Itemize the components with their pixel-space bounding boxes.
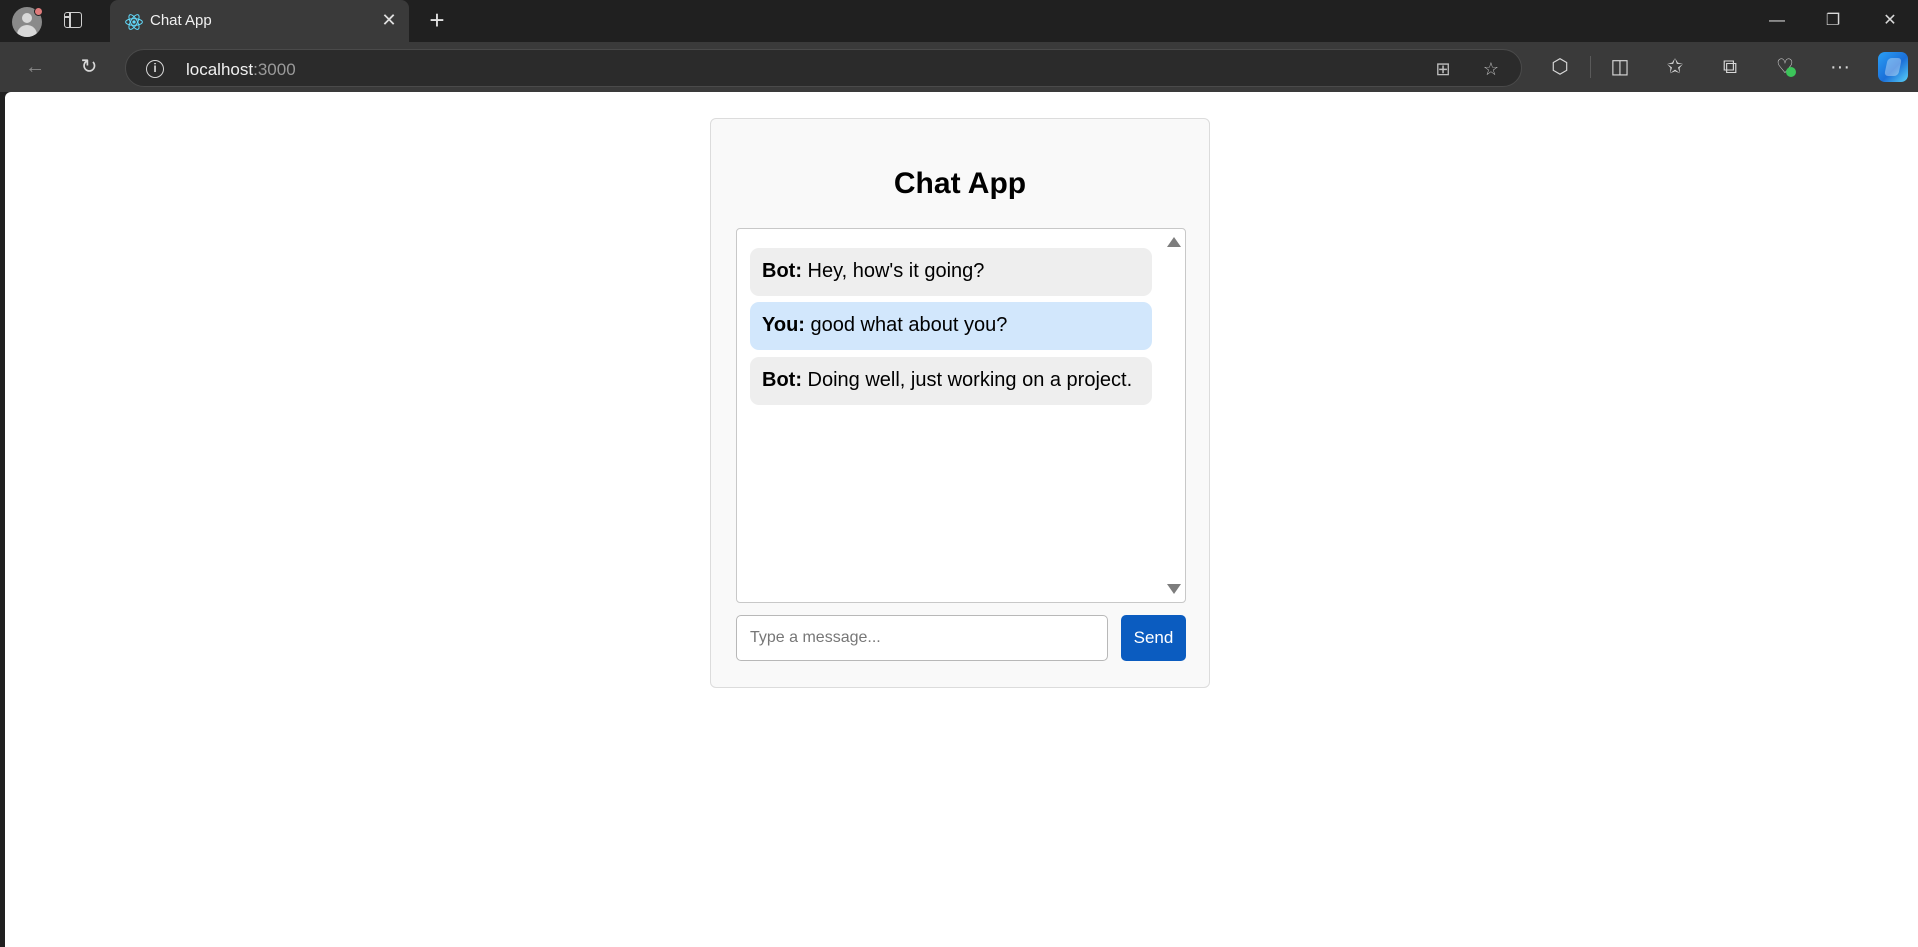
copilot-icon[interactable] — [1878, 52, 1908, 82]
new-tab-button[interactable]: + — [424, 7, 450, 34]
favorites-icon[interactable]: ✩ — [1662, 54, 1688, 80]
collections-icon[interactable]: ⧉ — [1717, 54, 1743, 80]
message-input[interactable] — [736, 615, 1108, 661]
message-sender: Bot: — [762, 369, 802, 391]
browser-tab-bar: Chat App ✕ + — ❐ ✕ — [0, 0, 1918, 42]
favorite-star-icon[interactable]: ☆ — [1480, 58, 1502, 80]
back-icon[interactable]: ← — [22, 54, 48, 80]
address-bar[interactable]: i localhost:3000 ⊞ ☆ — [125, 49, 1522, 87]
message-sender: Bot: — [762, 260, 802, 282]
tab-actions-icon[interactable] — [64, 12, 82, 28]
page-viewport: Chat App Bot: Hey, how's it going? You: … — [5, 92, 1918, 947]
browser-essentials-icon[interactable]: ♡ — [1772, 54, 1798, 80]
site-info-icon[interactable]: i — [146, 60, 164, 78]
message-text: Hey, how's it going? — [801, 260, 985, 282]
split-screen-icon[interactable]: ◫ — [1607, 54, 1633, 80]
url-port: :3000 — [253, 60, 296, 79]
message-list[interactable]: Bot: Hey, how's it going? You: good what… — [736, 228, 1186, 603]
tab-title: Chat App — [150, 12, 212, 29]
react-logo-icon — [125, 14, 143, 30]
tab-chat-app[interactable]: Chat App ✕ — [110, 0, 409, 42]
message-text: good what about you? — [804, 314, 1008, 336]
scroll-down-arrow[interactable] — [1167, 584, 1181, 594]
message-sender: You: — [762, 314, 805, 336]
message-bot: Bot: Doing well, just working on a proje… — [750, 357, 1152, 405]
message-bot: Bot: Hey, how's it going? — [750, 248, 1152, 296]
message-user: You: good what about you? — [750, 302, 1152, 350]
chat-container: Chat App Bot: Hey, how's it going? You: … — [710, 118, 1210, 688]
profile-notification-dot — [34, 7, 43, 16]
url-text[interactable]: localhost:3000 — [186, 60, 296, 80]
extensions-icon[interactable]: ⬡ — [1547, 54, 1573, 80]
toolbar-divider — [1590, 56, 1591, 78]
avatar-body — [17, 25, 37, 37]
tab-close-icon[interactable]: ✕ — [379, 10, 399, 30]
health-ok-dot — [1786, 67, 1796, 77]
restore-icon[interactable]: ❐ — [1822, 10, 1844, 32]
page-title: Chat App — [893, 167, 1027, 200]
more-menu-icon[interactable]: ··· — [1827, 54, 1853, 80]
scroll-up-arrow[interactable] — [1167, 237, 1181, 247]
reload-icon[interactable]: ↻ — [76, 54, 102, 80]
minimize-icon[interactable]: — — [1766, 10, 1788, 32]
message-text: Doing well, just working on a project. — [801, 369, 1133, 391]
close-window-icon[interactable]: ✕ — [1879, 10, 1901, 32]
url-host: localhost — [186, 60, 254, 79]
send-button[interactable]: Send — [1121, 615, 1186, 661]
browser-toolbar: ← ↻ i localhost:3000 ⊞ ☆ ⬡ ◫ ✩ ⧉ ♡ ··· — [0, 42, 1918, 92]
apps-icon[interactable]: ⊞ — [1432, 58, 1454, 80]
avatar-head — [22, 13, 32, 23]
